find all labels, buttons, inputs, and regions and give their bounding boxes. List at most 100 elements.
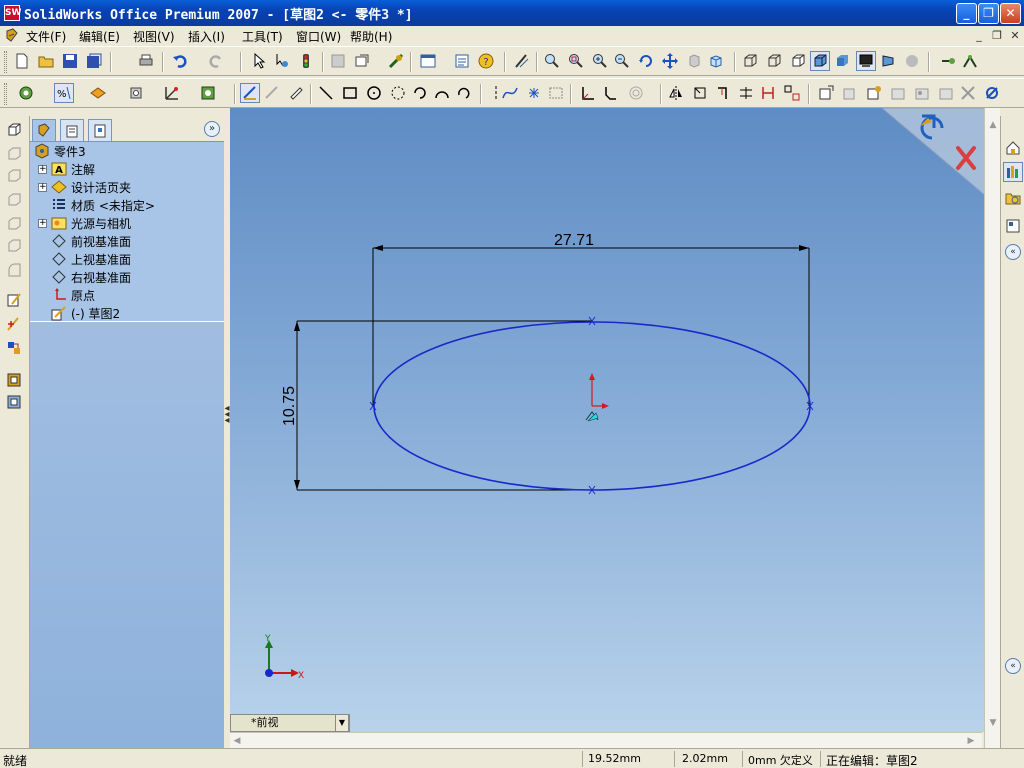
properties-icon[interactable]: [452, 51, 472, 71]
shaded-icon[interactable]: [832, 51, 852, 71]
design-library-icon[interactable]: [1003, 162, 1023, 182]
reference-geometry-icon[interactable]: [162, 83, 182, 103]
open-folder-icon[interactable]: [36, 51, 56, 71]
tree-node-lights-cameras[interactable]: + 光源与相机: [38, 214, 131, 232]
zoom-in-out-icon[interactable]: [590, 51, 610, 71]
zoom-area-icon[interactable]: [566, 51, 586, 71]
sketch-fillet-icon[interactable]: [578, 83, 598, 103]
assembly-icon[interactable]: [4, 370, 24, 390]
tree-node-top-plane[interactable]: 上视基准面: [51, 250, 131, 268]
tree-node-sketch2[interactable]: (-) 草图2: [51, 304, 120, 322]
collapse-task-pane-icon[interactable]: «: [1005, 658, 1021, 674]
extruded-boss-icon[interactable]: [4, 120, 24, 140]
doc-close-button[interactable]: ✕: [1008, 29, 1022, 43]
save-icon[interactable]: [60, 51, 80, 71]
new-document-icon[interactable]: [12, 51, 32, 71]
expand-toggle[interactable]: +: [38, 164, 47, 174]
menu-insert[interactable]: 插入(I): [188, 28, 225, 45]
revolved-cut-icon[interactable]: [4, 236, 24, 256]
circle-icon[interactable]: [364, 83, 384, 103]
expand-task-pane-icon[interactable]: «: [1005, 244, 1021, 260]
grid-icon[interactable]: [328, 51, 348, 71]
spline-icon[interactable]: [500, 83, 520, 103]
perimeter-circle-icon[interactable]: [388, 83, 408, 103]
simulation-icon[interactable]: [960, 51, 980, 71]
extend-entities-icon[interactable]: [736, 83, 756, 103]
linear-pattern-icon[interactable]: [782, 83, 802, 103]
doc-minimize-button[interactable]: _: [972, 29, 986, 43]
configuration-icon[interactable]: [126, 83, 146, 103]
tree-node-part[interactable]: 零件3: [34, 142, 86, 160]
expand-toggle[interactable]: +: [38, 218, 47, 228]
sketch-icon[interactable]: [4, 290, 24, 310]
featuremanager-tab-icon[interactable]: [32, 119, 56, 141]
rapid-sketch-icon[interactable]: [262, 83, 282, 103]
menu-edit[interactable]: 编辑(E): [79, 28, 120, 45]
perspective-icon[interactable]: [878, 51, 898, 71]
select-arrow-icon[interactable]: [250, 51, 270, 71]
restore-button[interactable]: ❐: [978, 3, 999, 24]
smart-dimension-dropdown-icon[interactable]: %: [54, 83, 74, 103]
options-icon[interactable]: [352, 51, 372, 71]
pan-icon[interactable]: [660, 51, 680, 71]
wireframe-icon[interactable]: [740, 51, 760, 71]
offset-entities-icon[interactable]: [626, 83, 646, 103]
3-point-arc-icon[interactable]: [454, 83, 474, 103]
document-menu-icon[interactable]: [4, 28, 20, 44]
tree-node-annotations[interactable]: + A 注解: [38, 160, 95, 178]
motion-study-icon[interactable]: [938, 51, 958, 71]
swept-boss-icon[interactable]: [4, 166, 24, 186]
hidden-lines-removed-icon[interactable]: [788, 51, 808, 71]
drawing-icon[interactable]: [4, 392, 24, 412]
close-button[interactable]: ✕: [1000, 3, 1021, 24]
mirror-entities-icon[interactable]: [666, 83, 686, 103]
vertical-scrollbar[interactable]: ▲ ▼: [984, 108, 1000, 748]
view-orientation-icon[interactable]: [706, 51, 726, 71]
rectangle-icon[interactable]: [340, 83, 360, 103]
minimize-button[interactable]: _: [956, 3, 977, 24]
convert-entities-icon[interactable]: [690, 83, 710, 103]
menu-file[interactable]: 文件(F): [26, 28, 66, 45]
shaded-with-edges-icon[interactable]: [810, 51, 830, 71]
undo-icon[interactable]: [170, 51, 190, 71]
solidworks-resources-icon[interactable]: [1003, 138, 1023, 158]
save-all-icon[interactable]: [84, 51, 104, 71]
scroll-up-icon[interactable]: ▲: [986, 118, 1000, 132]
smart-dimension-icon[interactable]: [286, 83, 306, 103]
tree-node-front-plane[interactable]: 前视基准面: [51, 232, 131, 250]
revolved-boss-icon[interactable]: [4, 144, 24, 164]
scroll-down-icon[interactable]: ▼: [986, 716, 1000, 730]
rotate-view-icon[interactable]: [636, 51, 656, 71]
lofted-boss-icon[interactable]: [4, 190, 24, 210]
configurationmanager-tab-icon[interactable]: [88, 119, 112, 141]
menu-help[interactable]: 帮助(H): [350, 28, 392, 45]
rebuild-select-icon[interactable]: [272, 51, 292, 71]
measure-icon[interactable]: [386, 51, 406, 71]
redo-icon[interactable]: [206, 51, 226, 71]
fillet-icon[interactable]: [4, 260, 24, 280]
help-icon[interactable]: ?: [476, 51, 496, 71]
scroll-right-icon[interactable]: ▶: [964, 734, 978, 748]
3d-sketch-icon[interactable]: [4, 314, 24, 334]
extruded-cut-icon[interactable]: [4, 214, 24, 234]
insert-block-icon[interactable]: [936, 83, 956, 103]
quick-snaps-icon[interactable]: [982, 83, 1002, 103]
file-explorer-icon[interactable]: [1003, 188, 1023, 208]
fix-icon[interactable]: [958, 83, 978, 103]
standard-views-icon[interactable]: [684, 51, 704, 71]
horizontal-dimension-label[interactable]: 27.71: [554, 232, 594, 249]
centerpoint-arc-icon[interactable]: [410, 83, 430, 103]
graphics-area[interactable]: 27.71 10.75 Y X *前视 ▼: [230, 108, 1000, 732]
expand-toggle[interactable]: +: [38, 182, 47, 192]
display-relations-icon[interactable]: [840, 83, 860, 103]
traffic-light-icon[interactable]: [296, 51, 316, 71]
tree-node-right-plane[interactable]: 右视基准面: [51, 268, 131, 286]
display-pane-icon[interactable]: [88, 83, 108, 103]
view-palette-icon[interactable]: [1003, 216, 1023, 236]
zoom-to-selection-icon[interactable]: [612, 51, 632, 71]
window-layout-icon[interactable]: [418, 51, 438, 71]
zoom-to-fit-icon[interactable]: [542, 51, 562, 71]
tree-node-design-binder[interactable]: + 设计活页夹: [38, 178, 131, 196]
view-orientation-dropdown-icon[interactable]: [16, 83, 36, 103]
doc-restore-button[interactable]: ❐: [990, 29, 1004, 43]
